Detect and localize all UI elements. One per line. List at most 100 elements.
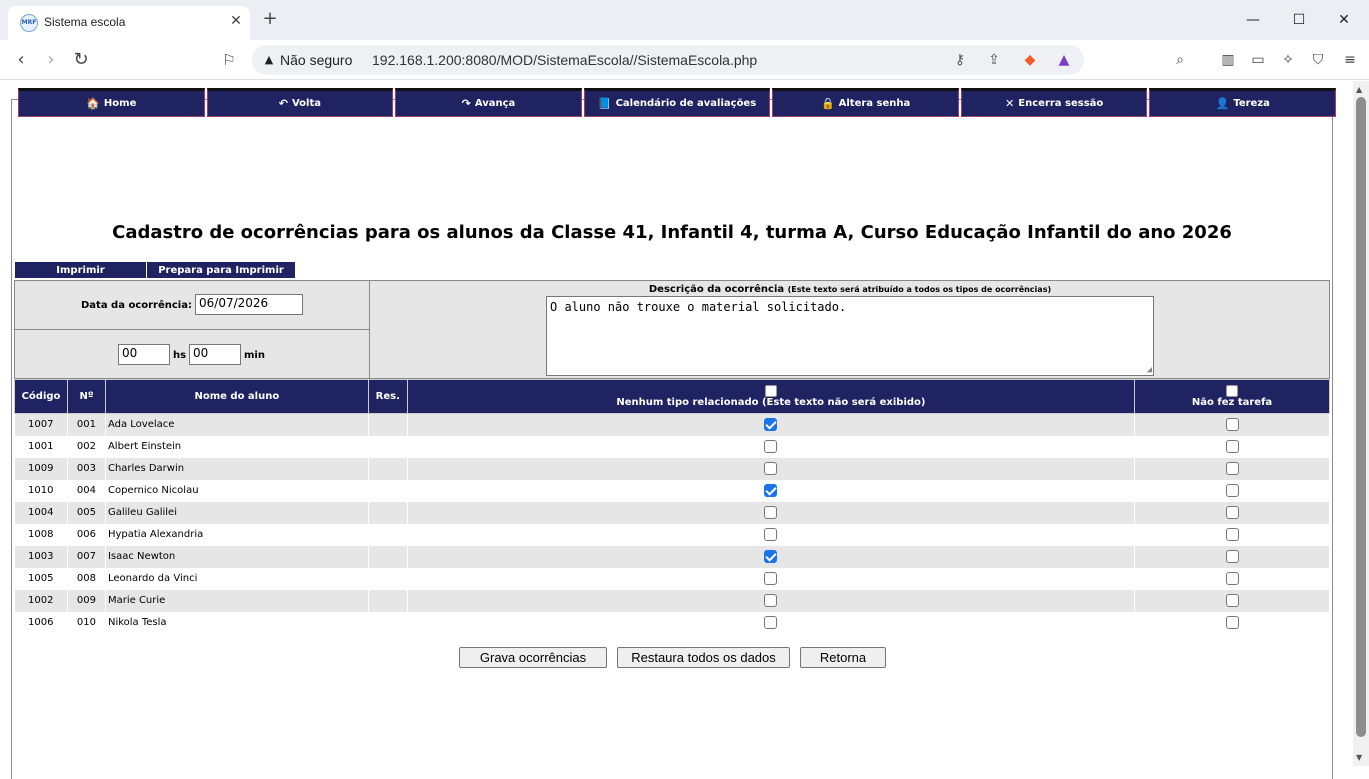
vertical-scrollbar[interactable]: ▲ ▼ [1353,81,1369,766]
close-x-icon: ✕ [1005,97,1015,110]
cell-no-homework [1134,413,1330,436]
home-icon: 🏠 [86,97,100,110]
cell-no-homework [1134,501,1330,524]
brave-shield-icon[interactable]: ◆ [1020,50,1040,70]
no-homework-checkbox[interactable] [1225,594,1239,607]
type-none-checkbox[interactable] [764,418,778,432]
cell-res [368,523,408,546]
menu-logout[interactable]: ✕ Encerra sessão [960,88,1148,117]
bookmark-icon[interactable]: ⚐ [216,48,242,72]
select-all-type-none-checkbox[interactable] [764,385,777,397]
menu-label: Encerra sessão [1018,98,1104,109]
resize-grip-icon[interactable]: ◢ [1147,365,1152,375]
cell-number: 006 [67,523,106,546]
table-row: 1010 004 Copernico Nicolau [14,479,1330,502]
cell-res [368,567,408,590]
tab-close-icon[interactable]: ✕ [226,11,246,31]
browser-tab[interactable]: MRF Sistema escola ✕ [8,6,250,40]
vpn-shield-icon[interactable]: ⛉ [1308,50,1328,70]
date-label: Data da ocorrência: [81,300,192,311]
key-icon[interactable]: ⚷ [950,50,970,70]
back-arrow-icon[interactable]: ‹ [8,48,34,72]
minimize-icon[interactable]: — [1231,6,1275,34]
maximize-icon[interactable]: ☐ [1277,6,1321,34]
table-row: 1003 007 Isaac Newton [14,545,1330,568]
menu-home[interactable]: 🏠 Home [18,88,205,117]
cell-name: Ada Lovelace [105,413,369,436]
type-none-checkbox[interactable] [764,616,778,629]
leo-ai-icon[interactable]: ✧ [1278,50,1298,70]
prepare-print-button[interactable]: Prepara para Imprimir [147,262,296,278]
type-none-checkbox[interactable] [764,484,778,497]
main-menu-icon[interactable]: ≡ [1340,50,1360,70]
cell-name: Galileu Galilei [105,501,369,524]
menu-forward[interactable]: ↷ Avança [395,88,582,117]
cell-code: 1009 [14,457,68,480]
warning-triangle-icon[interactable]: ▲ [262,53,276,67]
cell-number: 002 [67,435,106,458]
description-textarea[interactable]: O aluno não trouxe o material solicitado… [546,296,1154,376]
address-bar[interactable]: ▲ Não seguro 192.168.1.200:8080/MOD/Sist… [252,45,1084,75]
select-all-no-homework-checkbox[interactable] [1226,385,1239,397]
type-none-checkbox[interactable] [764,594,778,607]
type-none-checkbox[interactable] [764,506,778,519]
print-button[interactable]: Imprimir [15,262,147,278]
type-none-checkbox[interactable] [764,528,778,541]
restore-data-button[interactable]: Restaura todos os dados [617,647,790,668]
url-text[interactable]: 192.168.1.200:8080/MOD/SistemaEscola//Si… [372,52,757,68]
browser-toolbar: ‹ › ↻ ⚐ ▲ Não seguro 192.168.1.200:8080/… [0,40,1369,80]
menu-back[interactable]: ↶ Volta [206,88,394,117]
no-homework-checkbox[interactable] [1225,440,1239,453]
reload-icon[interactable]: ↻ [68,48,94,72]
hours-input[interactable]: 00 [118,344,170,365]
no-homework-checkbox[interactable] [1225,616,1239,629]
menu-change-password[interactable]: 🔒 Altera senha [772,88,959,117]
scroll-down-icon[interactable]: ▼ [1356,753,1362,762]
cell-res [368,413,408,436]
no-homework-checkbox[interactable] [1225,506,1239,519]
description-text: O aluno não trouxe o material solicitado… [550,300,847,314]
no-homework-checkbox[interactable] [1225,550,1239,563]
type-none-checkbox[interactable] [764,462,778,475]
menu-label: Tereza [1233,98,1270,109]
no-homework-checkbox[interactable] [1225,572,1239,585]
cell-name: Copernico Nicolau [105,479,369,502]
forward-arrow-icon[interactable]: › [38,48,64,72]
students-table: Código Nº Nome do aluno Res. Nenhum tipo… [14,379,1330,634]
new-tab-icon[interactable]: + [258,8,282,32]
cell-code: 1008 [14,523,68,546]
cell-type-none [407,611,1136,634]
minutes-input[interactable]: 00 [189,344,241,365]
share-icon[interactable]: ⇪ [984,50,1004,70]
no-homework-checkbox[interactable] [1225,462,1239,475]
description-heading: Descrição da ocorrência (Este texto será… [371,284,1329,295]
wallet-icon[interactable]: ▭ [1248,50,1268,70]
cell-type-none [407,457,1136,480]
tab-search-icon[interactable]: ⌕ [1170,50,1190,70]
cell-name: Nikola Tesla [105,611,369,634]
type-none-checkbox[interactable] [764,440,778,453]
menu-label: Home [103,98,137,109]
brave-rewards-icon[interactable]: ▲ [1054,50,1074,70]
cell-type-none [407,567,1136,590]
save-occurrences-button[interactable]: Grava ocorrências [459,647,607,668]
date-input[interactable]: 06/07/2026 [195,294,303,315]
redo-icon: ↷ [461,97,471,110]
cell-number: 010 [67,611,106,634]
menu-user[interactable]: 👤 Tereza [1149,88,1337,117]
security-label[interactable]: Não seguro [280,52,352,68]
table-body: 1007 001 Ada Lovelace 1001 002 Albert Einstei… [14,413,1330,634]
no-homework-checkbox[interactable] [1225,528,1239,541]
type-none-checkbox[interactable] [764,572,778,585]
menu-calendar[interactable]: 📘 Calendário de avaliações [583,88,771,117]
scroll-thumb[interactable] [1356,97,1366,737]
no-homework-checkbox[interactable] [1225,484,1239,497]
window-close-icon[interactable]: ✕ [1322,6,1366,34]
cell-number: 007 [67,545,106,568]
return-button[interactable]: Retorna [800,647,886,668]
col-number-header: Nº [66,379,106,414]
scroll-up-icon[interactable]: ▲ [1356,85,1362,94]
no-homework-checkbox[interactable] [1225,418,1239,432]
sidebar-icon[interactable]: ▥ [1218,50,1238,70]
type-none-checkbox[interactable] [764,550,778,563]
